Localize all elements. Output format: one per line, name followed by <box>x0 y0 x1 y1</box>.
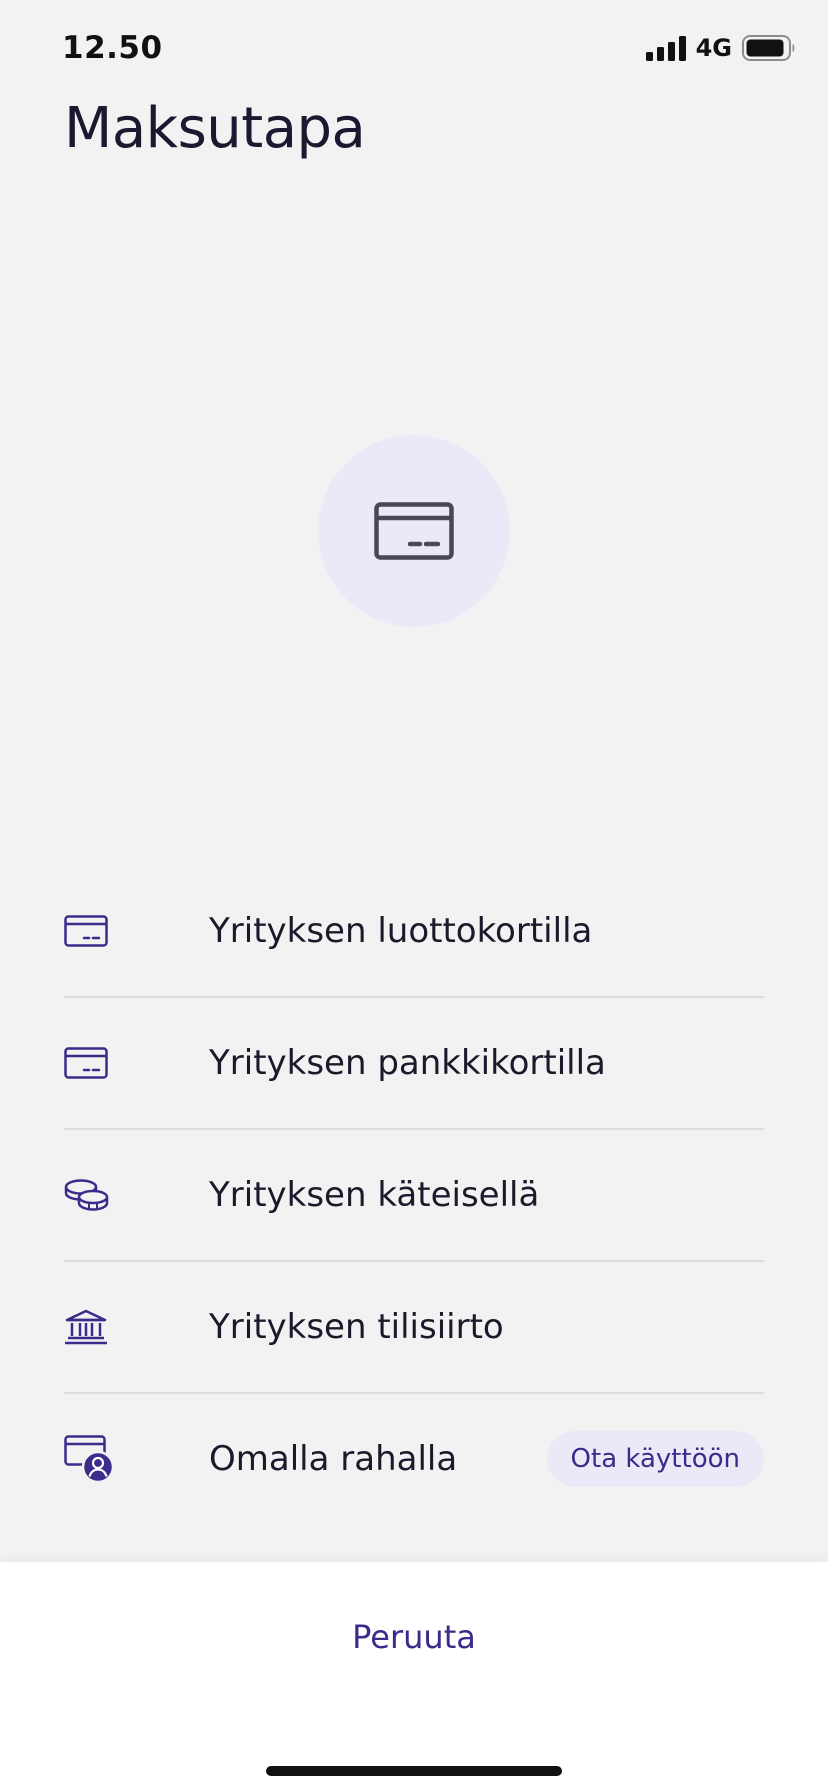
option-bank-transfer[interactable]: Yrityksen tilisiirto <box>64 1262 764 1394</box>
status-icons: 4G <box>645 34 796 62</box>
status-bar: 12.50 4G <box>0 0 828 100</box>
cancel-button[interactable]: Peruuta <box>0 1617 828 1657</box>
option-debit-card[interactable]: Yrityksen pankkikortilla <box>64 998 764 1130</box>
bottom-action-sheet: Peruuta <box>0 1562 828 1792</box>
battery-icon <box>742 35 795 61</box>
debit-card-icon <box>64 1036 118 1090</box>
option-credit-card[interactable]: Yrityksen luottokortilla <box>64 866 764 998</box>
bank-icon <box>64 1300 118 1354</box>
page-title: Maksutapa <box>64 96 366 161</box>
payment-options-list: Yrityksen luottokortilla Yrityksen pankk… <box>0 866 828 1524</box>
option-label: Yrityksen luottokortilla <box>209 911 593 951</box>
credit-card-icon <box>64 904 118 958</box>
option-label: Yrityksen tilisiirto <box>209 1307 504 1347</box>
status-time: 12.50 <box>62 30 163 66</box>
personal-card-icon <box>64 1432 118 1486</box>
network-label: 4G <box>695 34 732 62</box>
coins-icon <box>64 1168 118 1222</box>
hero-illustration <box>318 435 510 627</box>
option-cash[interactable]: Yrityksen käteisellä <box>64 1130 764 1262</box>
home-indicator[interactable] <box>266 1766 562 1776</box>
option-own-money[interactable]: Omalla rahalla Ota käyttöön <box>64 1394 764 1524</box>
enable-button[interactable]: Ota käyttöön <box>546 1431 764 1487</box>
option-label: Omalla rahalla <box>209 1439 458 1479</box>
signal-icon <box>645 35 686 61</box>
option-label: Yrityksen pankkikortilla <box>209 1043 606 1083</box>
option-label: Yrityksen käteisellä <box>209 1175 540 1215</box>
credit-card-icon <box>374 502 454 560</box>
